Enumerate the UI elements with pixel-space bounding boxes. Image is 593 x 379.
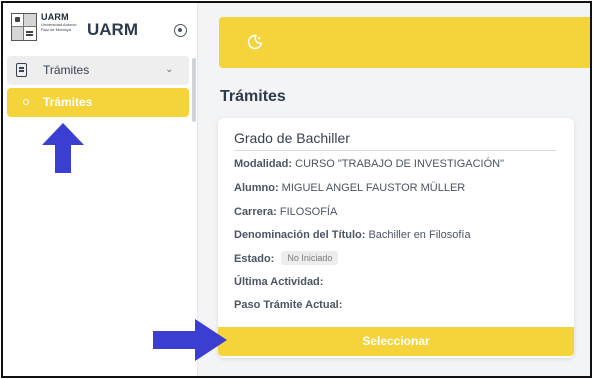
brand-full-name: Universidad Antonio Ruiz de Montoya [41, 22, 77, 32]
field-key: Modalidad: [234, 158, 293, 170]
divider [234, 150, 556, 151]
card-title: Grado de Bachiller [234, 130, 350, 146]
brand-abbr: UARM [41, 12, 69, 22]
field-value: FILOSOFÍA [279, 206, 338, 218]
page-title: Trámites [220, 88, 286, 105]
sidebar-group-label: Trámites [43, 63, 90, 77]
field-carrera: Carrera: FILOSOFÍA [234, 206, 337, 218]
tramite-card: Grado de Bachiller Modalidad: CURSO "TRA… [218, 118, 574, 358]
field-value: MIGUEL ANGEL FAUSTOR MÜLLER [281, 182, 466, 194]
brand-small-text: UARM Universidad Antonio Ruiz de Montoya [41, 12, 81, 32]
field-paso-tramite: Paso Trámite Actual: [234, 299, 342, 311]
select-button[interactable]: Seleccionar [218, 327, 574, 356]
university-crest-logo [11, 13, 37, 41]
annotation-arrow-up-icon [42, 123, 84, 173]
field-modalidad: Modalidad: CURSO "TRABAJO DE INVESTIGACI… [234, 158, 504, 170]
moon-icon[interactable] [246, 33, 264, 51]
field-alumno: Alumno: MIGUEL ANGEL FAUSTOR MÜLLER [234, 182, 465, 194]
status-badge: No Iniciado [281, 251, 339, 265]
document-icon [16, 63, 27, 77]
field-estado: Estado: No Iniciado [234, 251, 339, 265]
sidebar-item-label: Trámites [43, 95, 93, 109]
annotation-arrow-right-icon [153, 319, 227, 361]
field-key: Carrera: [234, 206, 277, 218]
sidebar-group-tramites[interactable]: Trámites ⌄ [7, 56, 189, 85]
field-key: Estado: [234, 253, 275, 265]
brand: UARM Universidad Antonio Ruiz de Montoya… [11, 12, 191, 48]
field-key: Última Actividad: [234, 276, 324, 288]
field-denominacion: Denominación del Título: Bachiller en Fi… [234, 229, 471, 241]
circle-icon [23, 99, 29, 105]
top-bar [219, 17, 590, 68]
chevron-down-icon: ⌄ [165, 64, 174, 75]
sidebar-item-tramites[interactable]: Trámites [7, 88, 189, 117]
field-key: Denominación del Título: [234, 229, 366, 241]
field-key: Alumno: [234, 182, 279, 194]
field-ultima-actividad: Última Actividad: [234, 276, 323, 288]
app-window: UARM Universidad Antonio Ruiz de Montoya… [1, 1, 592, 378]
field-value: Bachiller en Filosofía [368, 229, 471, 241]
sidebar-scrollbar[interactable] [192, 58, 196, 122]
brand-title: UARM [87, 20, 138, 39]
field-key: Paso Trámite Actual: [234, 299, 343, 311]
sidebar-toggle-icon[interactable] [174, 24, 187, 37]
field-value: CURSO "TRABAJO DE INVESTIGACIÓN" [295, 158, 505, 170]
